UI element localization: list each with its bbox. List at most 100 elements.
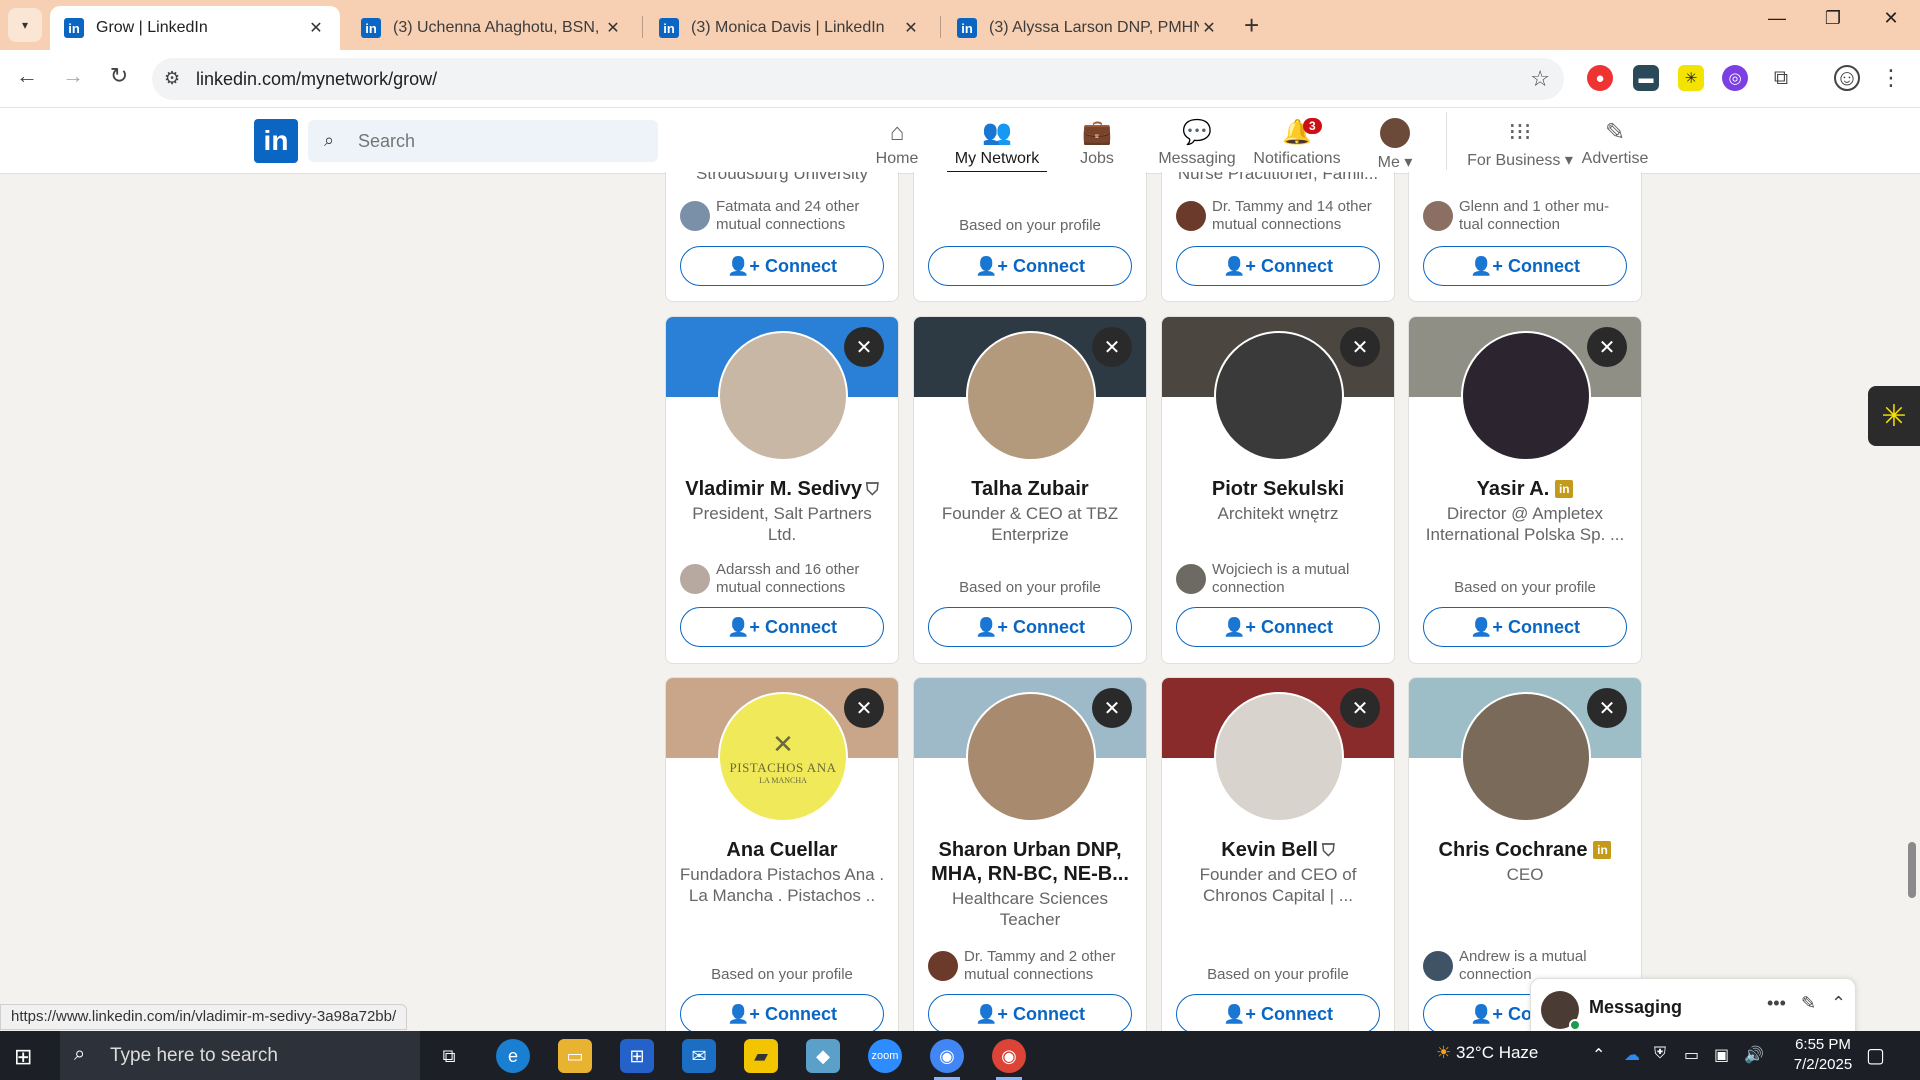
close-window-button[interactable]: ✕ bbox=[1868, 8, 1914, 29]
linkedin-logo[interactable]: in bbox=[254, 119, 298, 163]
sticky-notes-icon[interactable]: ▰ bbox=[744, 1039, 778, 1073]
close-tab-icon[interactable]: ✕ bbox=[901, 18, 921, 38]
chevron-up-icon[interactable]: ⌃ bbox=[1592, 1045, 1605, 1065]
chrome-icon[interactable]: ◉ bbox=[930, 1039, 964, 1080]
dismiss-close-icon[interactable]: ✕ bbox=[1340, 327, 1380, 367]
nav-advertise[interactable]: ✎ Advertise bbox=[1565, 116, 1665, 174]
microsoft-store-icon[interactable]: ⊞ bbox=[620, 1039, 654, 1073]
nav-home[interactable]: ⌂ Home bbox=[847, 116, 947, 174]
suggestion-card[interactable]: ✕ Vladimir M. Sedivy ⛉ President, Salt Pa… bbox=[665, 316, 899, 664]
card-name[interactable]: Chris Cochrane in bbox=[1417, 838, 1633, 862]
url-text[interactable]: linkedin.com/mynetwork/grow/ bbox=[196, 69, 437, 90]
nav-my-network[interactable]: 👥 My Network bbox=[947, 116, 1047, 174]
suggestion-card[interactable]: ✕ Talha Zubair Founder & CEO at TBZ Ente… bbox=[913, 316, 1147, 664]
address-bar[interactable]: ⚙ linkedin.com/mynetwork/grow/ ☆ bbox=[152, 58, 1564, 100]
profile-photo[interactable] bbox=[718, 331, 848, 461]
dismiss-close-icon[interactable]: ✕ bbox=[1092, 327, 1132, 367]
file-explorer-icon[interactable]: ▭ bbox=[558, 1039, 592, 1073]
suggestion-card[interactable]: ✕ Sharon Urban DNP, MHA, RN-BC, NE-B... … bbox=[913, 677, 1147, 1037]
more-options-icon[interactable]: ••• bbox=[1767, 993, 1786, 1014]
dismiss-close-icon[interactable]: ✕ bbox=[1587, 688, 1627, 728]
dismiss-close-icon[interactable]: ✕ bbox=[1092, 688, 1132, 728]
connect-button[interactable]: 👤+ Connect bbox=[1423, 607, 1627, 647]
back-arrow-icon[interactable]: ← bbox=[12, 63, 42, 89]
nav-messaging[interactable]: 💬 Messaging bbox=[1147, 116, 1247, 174]
search-box[interactable]: ⌕ bbox=[308, 120, 658, 162]
close-tab-icon[interactable]: ✕ bbox=[603, 18, 623, 38]
notification-center-icon[interactable]: ▢ bbox=[1866, 1043, 1885, 1068]
bookmark-star-icon[interactable]: ☆ bbox=[1530, 66, 1550, 92]
task-view-icon[interactable]: ⧉ bbox=[432, 1039, 466, 1073]
browser-tab-3[interactable]: in (3) Monica Davis | LinkedIn ✕ bbox=[645, 6, 935, 50]
taskbar-clock[interactable]: 6:55 PM 7/2/2025 bbox=[1778, 1035, 1868, 1075]
scrollbar-thumb[interactable] bbox=[1908, 842, 1916, 898]
card-name[interactable]: Yasir A. in bbox=[1417, 477, 1633, 501]
browser-tab-1[interactable]: in Grow | LinkedIn ✕ bbox=[50, 6, 340, 50]
card-name[interactable]: Sharon Urban DNP, MHA, RN-BC, NE-B... bbox=[922, 838, 1138, 886]
profile-photo[interactable] bbox=[1461, 692, 1591, 822]
card-name[interactable]: Talha Zubair bbox=[922, 477, 1138, 501]
volume-icon[interactable]: 🔊 bbox=[1744, 1045, 1764, 1065]
connect-button[interactable]: 👤+ Connect bbox=[680, 607, 884, 647]
connect-button[interactable]: 👤+ Connect bbox=[1423, 246, 1627, 286]
taskbar-search[interactable]: ⌕ Type here to search bbox=[60, 1031, 420, 1080]
restore-button[interactable]: ❐ bbox=[1810, 8, 1856, 29]
chevron-up-icon[interactable]: ⌃ bbox=[1831, 993, 1846, 1014]
forward-arrow-icon[interactable]: → bbox=[58, 63, 88, 89]
connect-button[interactable]: 👤+ Connect bbox=[1176, 607, 1380, 647]
close-tab-icon[interactable]: ✕ bbox=[1199, 18, 1219, 38]
mail-icon[interactable]: ✉ bbox=[682, 1039, 716, 1073]
edge-browser-icon[interactable]: e bbox=[496, 1039, 530, 1073]
reload-icon[interactable]: ↻ bbox=[104, 63, 134, 89]
network-icon[interactable]: ▣ bbox=[1714, 1045, 1729, 1065]
folder-extension-icon[interactable]: ▬ bbox=[1633, 65, 1659, 91]
browser-menu-icon[interactable]: ⋮ bbox=[1878, 65, 1904, 91]
asterisk-side-widget-icon[interactable]: ✳ bbox=[1868, 386, 1920, 446]
close-tab-icon[interactable]: ✕ bbox=[306, 18, 326, 38]
dismiss-close-icon[interactable]: ✕ bbox=[844, 688, 884, 728]
dismiss-close-icon[interactable]: ✕ bbox=[1340, 688, 1380, 728]
profile-photo[interactable] bbox=[1214, 331, 1344, 461]
windows-start-icon[interactable]: ⊞ bbox=[14, 1044, 32, 1070]
card-name[interactable]: Piotr Sekulski bbox=[1170, 477, 1386, 501]
profile-photo[interactable] bbox=[966, 331, 1096, 461]
connect-button[interactable]: 👤+ Connect bbox=[680, 246, 884, 286]
connect-button[interactable]: 👤+ Connect bbox=[680, 994, 884, 1034]
dismiss-close-icon[interactable]: ✕ bbox=[844, 327, 884, 367]
security-icon[interactable]: ⛨ bbox=[1654, 1045, 1666, 1063]
tab-search-menu-button[interactable]: ▾ bbox=[8, 8, 42, 42]
battery-icon[interactable]: ▭ bbox=[1684, 1045, 1699, 1065]
nav-jobs[interactable]: 💼 Jobs bbox=[1047, 116, 1147, 174]
app-icon[interactable]: ◆ bbox=[806, 1039, 840, 1073]
card-name[interactable]: Kevin Bell ⛉ bbox=[1170, 838, 1386, 863]
zoom-icon[interactable]: zoom bbox=[868, 1039, 902, 1073]
connect-button[interactable]: 👤+ Connect bbox=[928, 246, 1132, 286]
profile-photo[interactable] bbox=[1461, 331, 1591, 461]
minimize-button[interactable]: — bbox=[1754, 8, 1800, 29]
suggestion-card[interactable]: ✕ Kevin Bell ⛉ Founder and CEO of Chronos… bbox=[1161, 677, 1395, 1037]
messaging-dock[interactable]: Messaging ••• ✎ ⌃ bbox=[1530, 978, 1856, 1038]
suggestion-card[interactable]: ✕ Piotr Sekulski Architekt wnętrz Wojcie… bbox=[1161, 316, 1395, 664]
card-name[interactable]: Vladimir M. Sedivy ⛉ bbox=[674, 477, 890, 502]
suggestion-card[interactable]: ✕ Yasir A. in Director @ Ampletex Interna… bbox=[1408, 316, 1642, 664]
weather-widget[interactable]: ☀ 32°C Haze bbox=[1436, 1043, 1538, 1063]
connect-button[interactable]: 👤+ Connect bbox=[928, 994, 1132, 1034]
profile-photo[interactable]: ✕ PISTACHOS ANA LA MANCHA bbox=[718, 692, 848, 822]
asterisk-extension-icon[interactable]: ✳ bbox=[1678, 65, 1704, 91]
chrome-profile-icon[interactable]: ◉ bbox=[992, 1039, 1026, 1080]
profile-photo[interactable] bbox=[966, 692, 1096, 822]
messaging-title[interactable]: Messaging bbox=[1589, 997, 1682, 1018]
compose-icon[interactable]: ✎ bbox=[1801, 993, 1816, 1014]
connect-button[interactable]: 👤+ Connect bbox=[928, 607, 1132, 647]
onedrive-cloud-icon[interactable]: ☁ bbox=[1624, 1045, 1640, 1065]
site-info-icon[interactable]: ⚙ bbox=[164, 68, 180, 89]
new-tab-button[interactable]: + bbox=[1244, 10, 1259, 41]
profile-photo[interactable] bbox=[1214, 692, 1344, 822]
profile-icon[interactable]: ☺ bbox=[1834, 65, 1860, 91]
nav-for-business[interactable]: ⁝⁝⁝ For Business ▾ bbox=[1460, 116, 1580, 174]
card-name[interactable]: Ana Cuellar bbox=[674, 838, 890, 862]
connect-button[interactable]: 👤+ Connect bbox=[1176, 246, 1380, 286]
suggestion-card[interactable]: ✕ PISTACHOS ANA LA MANCHA ✕ Ana Cuellar … bbox=[665, 677, 899, 1037]
page-scrollbar[interactable] bbox=[1904, 174, 1920, 1031]
pokeball-extension-icon[interactable]: ● bbox=[1587, 65, 1613, 91]
